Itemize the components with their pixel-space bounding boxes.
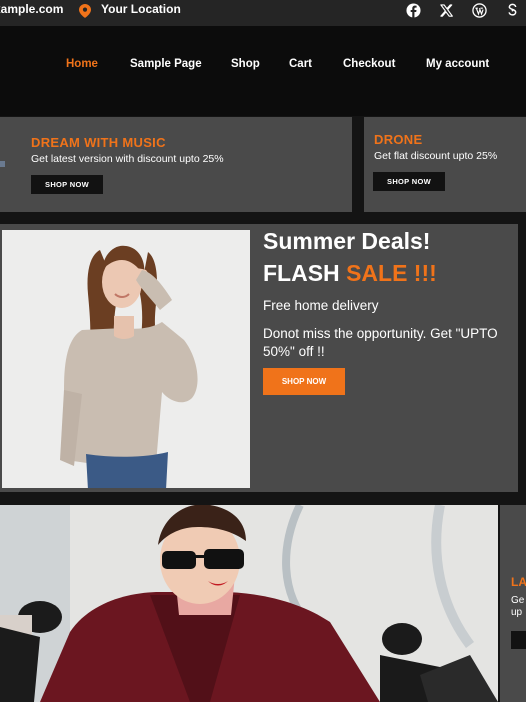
promo-subtitle: Get flat discount upto 25%: [374, 150, 498, 162]
flash-sale-section: Summer Deals! FLASH SALE !!! Free home d…: [0, 224, 518, 492]
promo-subtitle: Get latest version with discount upto 25…: [31, 153, 224, 165]
woman-sweater-photo: [2, 230, 250, 488]
bottom-promo-button[interactable]: [511, 631, 526, 649]
flash-heading: Summer Deals!: [263, 228, 431, 254]
nav-sample-page[interactable]: Sample Page: [130, 58, 202, 70]
flash-line-delivery: Free home delivery: [263, 298, 379, 313]
promo-shop-now-button[interactable]: SHOP NOW: [31, 175, 103, 194]
woman-shopping-photo: [0, 505, 498, 702]
location-pin-icon: [79, 4, 91, 18]
facebook-icon[interactable]: [406, 3, 421, 18]
flash-line-offer: Donot miss the opportunity. Get "UPTO 50…: [263, 326, 498, 359]
promo-shop-now-button[interactable]: SHOP NOW: [373, 172, 445, 191]
promo-title: DREAM WITH MUSIC: [31, 135, 166, 150]
promo-title: DRONE: [374, 132, 423, 147]
nav-cart[interactable]: Cart: [289, 58, 312, 70]
flash-sale-heading-white: FLASH: [263, 260, 347, 286]
promo-image-edge: [0, 161, 5, 167]
nav-my-account[interactable]: My account: [426, 58, 489, 70]
location-text[interactable]: Your Location: [101, 2, 181, 16]
nav-home[interactable]: Home: [66, 58, 98, 70]
top-bar: xample.com Your Location: [0, 0, 526, 26]
flash-sale-heading: FLASH SALE !!!: [263, 260, 437, 287]
nav-shop[interactable]: Shop: [231, 58, 260, 70]
bottom-promo-title: LA: [511, 575, 526, 589]
nav-checkout[interactable]: Checkout: [343, 58, 395, 70]
main-navigation: Home Sample Page Shop Cart Checkout My a…: [0, 26, 526, 116]
flash-sale-heading-orange: SALE !!!: [346, 260, 437, 286]
share-icon[interactable]: [505, 3, 520, 18]
bottom-promo-subtitle-2: up: [511, 607, 523, 618]
promo-banner-music: DREAM WITH MUSIC Get latest version with…: [0, 117, 352, 212]
contact-email[interactable]: xample.com: [0, 2, 63, 16]
wordpress-icon[interactable]: [472, 3, 487, 18]
promo-banner-drone: DRONE Get flat discount upto 25% SHOP NO…: [364, 117, 526, 212]
bottom-promo-panel: LA Ge up: [500, 505, 526, 702]
x-twitter-icon[interactable]: [439, 3, 454, 18]
flash-shop-now-button[interactable]: SHOP NOW: [263, 368, 345, 395]
